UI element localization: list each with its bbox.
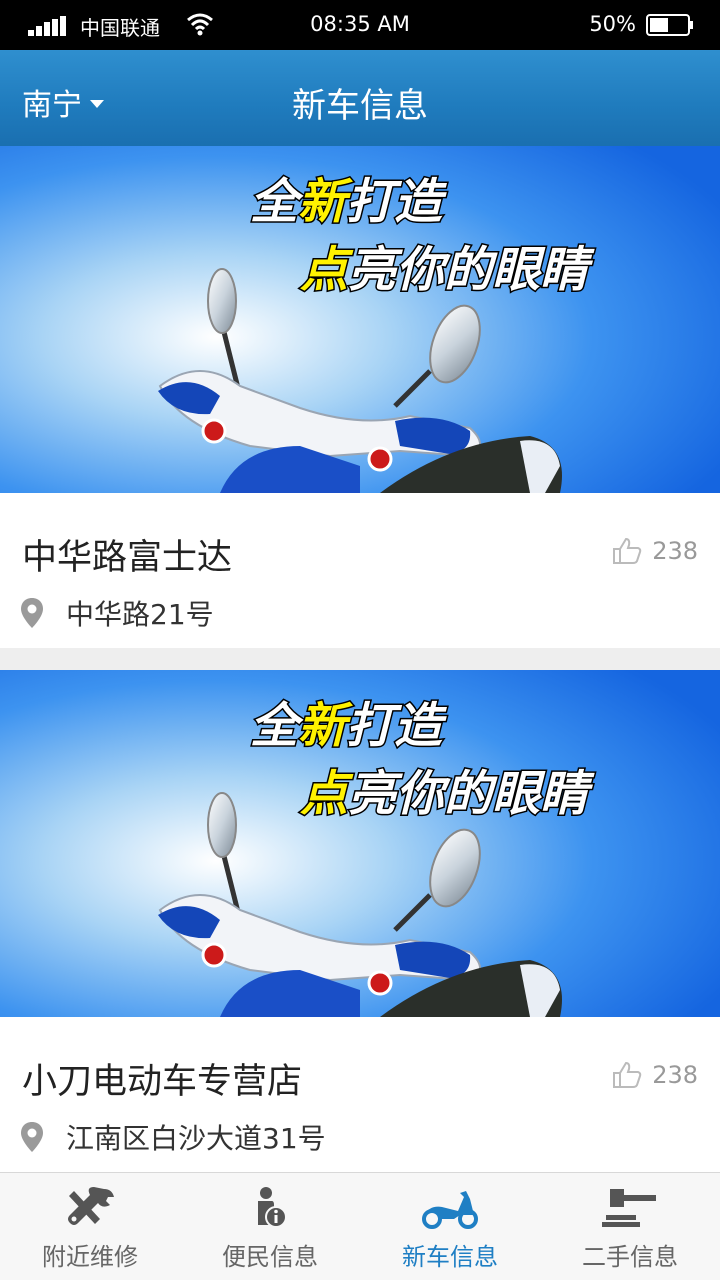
dealer-info: 中华路富士达 238 中华路21号 [0, 493, 720, 648]
dealer-address-text: 中华路21号 [66, 598, 214, 631]
banner-slogan-line1: 全新打造 [250, 698, 447, 754]
battery-percent: 50% [589, 12, 636, 36]
bottom-tab-bar: 附近维修 便民信息 新车信息 二手信息 [0, 1172, 720, 1280]
thumbs-up-icon [613, 537, 642, 564]
dealer-name: 中华路富士达 [22, 538, 233, 578]
dealer-name: 小刀电动车专营店 [22, 1062, 303, 1102]
dealer-banner-image: 全新打造 点亮你的眼睛 [0, 146, 720, 493]
banner-slogan-line2: 点亮你的眼睛 [300, 766, 595, 822]
location-pin-icon [21, 598, 43, 628]
scooter-icon [422, 1191, 478, 1229]
tab-label: 新车信息 [402, 1243, 498, 1271]
tab-nearby-repair[interactable]: 附近维修 [0, 1173, 180, 1280]
tab-label: 附近维修 [42, 1243, 138, 1271]
thumbs-up-icon [613, 1061, 642, 1088]
dealer-address: 中华路21号 [20, 593, 214, 633]
status-bar: 中国联通 08:35 AM 50% [0, 0, 720, 50]
like-count[interactable]: 238 [612, 537, 698, 565]
dealer-address-text: 江南区白沙大道31号 [66, 1122, 326, 1155]
info-person-icon [258, 1187, 287, 1228]
banner-slogan-line1: 全新打造 [250, 174, 447, 230]
title-bar: 南宁 新车信息 [0, 50, 720, 146]
like-count-value: 238 [652, 1061, 698, 1089]
page-title: 新车信息 [292, 86, 428, 126]
like-count[interactable]: 238 [612, 1061, 698, 1089]
dealer-address: 江南区白沙大道31号 [20, 1117, 326, 1157]
dealer-list[interactable]: 全新打造 点亮你的眼睛 中华路富士达 238 中华路21号 全新打造 点亮你的眼… [0, 146, 720, 1172]
tab-used-info[interactable]: 二手信息 [540, 1173, 720, 1280]
dealer-card[interactable]: 全新打造 点亮你的眼睛 小刀电动车专营店 238 江南区白沙大道31号 [0, 670, 720, 1172]
battery-icon [646, 14, 693, 36]
dealer-card[interactable]: 全新打造 点亮你的眼睛 中华路富士达 238 中华路21号 [0, 146, 720, 648]
tab-new-vehicles[interactable]: 新车信息 [360, 1173, 540, 1280]
gavel-icon [602, 1189, 656, 1227]
like-count-value: 238 [652, 537, 698, 565]
dealer-info: 小刀电动车专营店 238 江南区白沙大道31号 [0, 1017, 720, 1172]
location-pin-icon [21, 1122, 43, 1152]
banner-slogan-line2: 点亮你的眼睛 [300, 242, 595, 298]
tab-label: 便民信息 [222, 1243, 318, 1271]
tab-label: 二手信息 [582, 1243, 678, 1271]
tools-icon [68, 1187, 114, 1225]
tab-convenience-info[interactable]: 便民信息 [180, 1173, 360, 1280]
dealer-banner-image: 全新打造 点亮你的眼睛 [0, 670, 720, 1017]
